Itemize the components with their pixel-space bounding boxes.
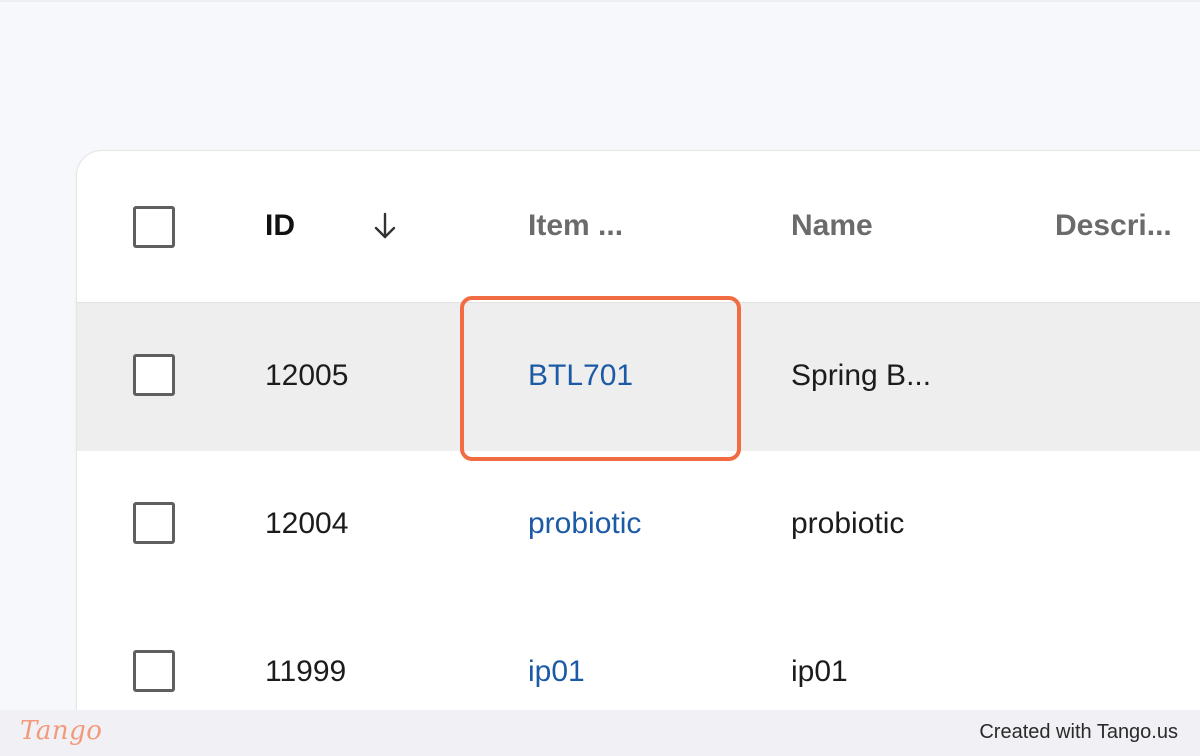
column-header-name[interactable]: Name [791,208,873,244]
row-checkbox[interactable] [133,650,175,692]
row-name-cell: Spring B... [791,359,932,392]
row-id-cell: 12005 [265,359,349,392]
table-row[interactable]: 12004 probiotic probiotic [77,451,1200,599]
column-header-id[interactable]: ID [265,208,295,244]
item-link[interactable]: ip01 [528,654,585,690]
table-header-row: ID Item ... Name Descri... [77,151,1200,303]
select-all-checkbox[interactable] [133,206,175,248]
footer-bar: Tango Created with Tango.us [0,710,1200,756]
row-checkbox[interactable] [133,354,175,396]
column-header-description[interactable]: Descri... [1055,208,1172,244]
row-name-cell: probiotic [791,507,905,540]
footer-credit: Created with Tango.us [979,721,1178,743]
row-checkbox[interactable] [133,502,175,544]
click-target-highlight [460,296,741,461]
tango-logo: Tango [20,716,103,746]
top-frame-edge [0,0,1200,2]
row-name-cell: ip01 [791,655,848,688]
row-id-cell: 12004 [265,507,349,540]
arrow-down-icon[interactable] [373,211,397,241]
item-link[interactable]: probiotic [528,506,641,542]
row-id-cell: 11999 [265,655,347,688]
column-header-item[interactable]: Item ... [528,208,623,244]
